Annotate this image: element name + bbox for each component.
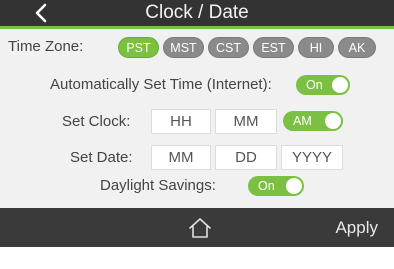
time-zone-label: Time Zone: (8, 38, 84, 55)
set-date-label: Set Date: (70, 149, 133, 166)
am-pm-toggle-state: AM (293, 114, 312, 128)
header-bar: Clock / Date (0, 0, 394, 26)
toggle-knob (286, 178, 302, 194)
daylight-savings-label: Daylight Savings: (100, 177, 216, 194)
tz-option-cst[interactable]: CST (208, 37, 249, 58)
minute-field[interactable]: MM (215, 109, 277, 134)
daylight-savings-toggle-state: On (258, 179, 275, 193)
clock-date-screen: Clock / Date Time Zone: PST MST CST EST … (0, 0, 394, 269)
tz-option-est[interactable]: EST (253, 37, 294, 58)
toggle-knob (332, 77, 348, 93)
am-pm-toggle[interactable]: AM (283, 111, 343, 131)
bottom-margin (0, 247, 394, 269)
day-field[interactable]: DD (215, 145, 277, 170)
tz-option-pst[interactable]: PST (118, 37, 159, 58)
apply-button[interactable]: Apply (318, 208, 378, 247)
toggle-knob (325, 113, 341, 129)
auto-time-toggle-state: On (306, 78, 323, 92)
hour-field[interactable]: HH (151, 109, 211, 134)
set-clock-label: Set Clock: (62, 113, 131, 130)
footer-bar: Apply (0, 208, 394, 247)
year-field[interactable]: YYYY (281, 145, 343, 170)
home-icon (189, 218, 211, 238)
auto-time-label: Automatically Set Time (Internet): (50, 76, 272, 93)
tz-option-mst[interactable]: MST (163, 37, 204, 58)
tz-option-hi[interactable]: HI (298, 37, 334, 58)
tz-option-ak[interactable]: AK (338, 37, 376, 58)
auto-time-toggle[interactable]: On (296, 75, 350, 95)
page-title: Clock / Date (145, 2, 249, 23)
daylight-savings-toggle[interactable]: On (248, 176, 304, 196)
home-button[interactable] (188, 216, 212, 240)
month-field[interactable]: MM (151, 145, 211, 170)
